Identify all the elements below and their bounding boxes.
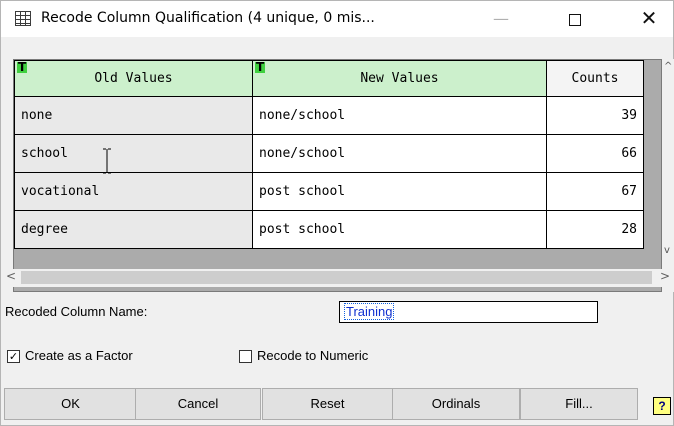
new-value-cell[interactable]: none/school [252,134,547,173]
maximize-button[interactable] [553,1,597,37]
count-cell: 66 [546,134,644,173]
window-title: Recode Column Qualification (4 unique, 0… [41,10,375,26]
header-new-values[interactable]: T New Values [252,60,547,97]
header-old-values-label: Old Values [94,71,173,86]
vertical-scrollbar[interactable]: ^ v [662,59,674,292]
maximize-icon [569,14,581,26]
table-row: none none/school 39 [14,96,644,135]
recode-dialog: Recode Column Qualification (4 unique, 0… [0,0,674,426]
cancel-button[interactable]: Cancel [135,388,261,420]
count-cell: 67 [546,172,644,211]
new-value-cell[interactable]: post school [252,172,547,211]
new-value-cell[interactable]: post school [252,210,547,249]
recoded-column-name-label: Recoded Column Name: [5,304,148,319]
old-value-cell: degree [14,210,253,249]
horizontal-scrollbar[interactable]: < > [4,269,674,287]
create-factor-checkbox[interactable]: ✓ [7,350,20,363]
text-cursor-icon [103,148,111,174]
create-factor-label: Create as a Factor [25,348,133,363]
header-row: T Old Values T New Values Counts [14,60,644,97]
table-icon [15,11,31,26]
old-value-cell: vocational [14,172,253,211]
old-value-cell: none [14,96,253,135]
title-bar: Recode Column Qualification (4 unique, 0… [1,1,673,37]
header-counts[interactable]: Counts [546,60,644,97]
close-button[interactable]: ✕ [627,1,671,37]
recoded-column-name-value: Training [344,303,395,320]
old-value-cell: school [14,134,253,173]
ordinals-button[interactable]: Ordinals [392,388,520,420]
table-row: vocational post school 67 [14,172,644,211]
text-type-icon: T [255,60,266,74]
scroll-left-icon[interactable]: < [6,269,16,283]
ok-button[interactable]: OK [4,388,137,420]
recode-grid: T Old Values T New Values Counts none no… [13,59,662,292]
count-cell: 39 [546,96,644,135]
text-type-icon: T [17,60,28,74]
count-cell: 28 [546,210,644,249]
header-old-values[interactable]: T Old Values [14,60,253,97]
recode-numeric-checkbox[interactable] [239,350,252,363]
scrollbar-thumb[interactable] [21,271,652,284]
reset-button[interactable]: Reset [262,388,393,420]
table-row: degree post school 28 [14,210,644,249]
fill-button[interactable]: Fill... [520,388,638,420]
scroll-right-icon[interactable]: > [660,269,670,283]
header-counts-label: Counts [571,71,619,86]
scroll-up-icon[interactable]: ^ [664,61,672,72]
header-new-values-label: New Values [360,71,439,86]
recode-numeric-label: Recode to Numeric [257,348,369,363]
scroll-down-icon[interactable]: v [664,245,670,256]
new-value-cell[interactable]: none/school [252,96,547,135]
recoded-column-name-input[interactable]: Training [339,301,598,323]
help-button[interactable]: ? [653,397,671,415]
minimize-button[interactable]: — [479,1,523,37]
